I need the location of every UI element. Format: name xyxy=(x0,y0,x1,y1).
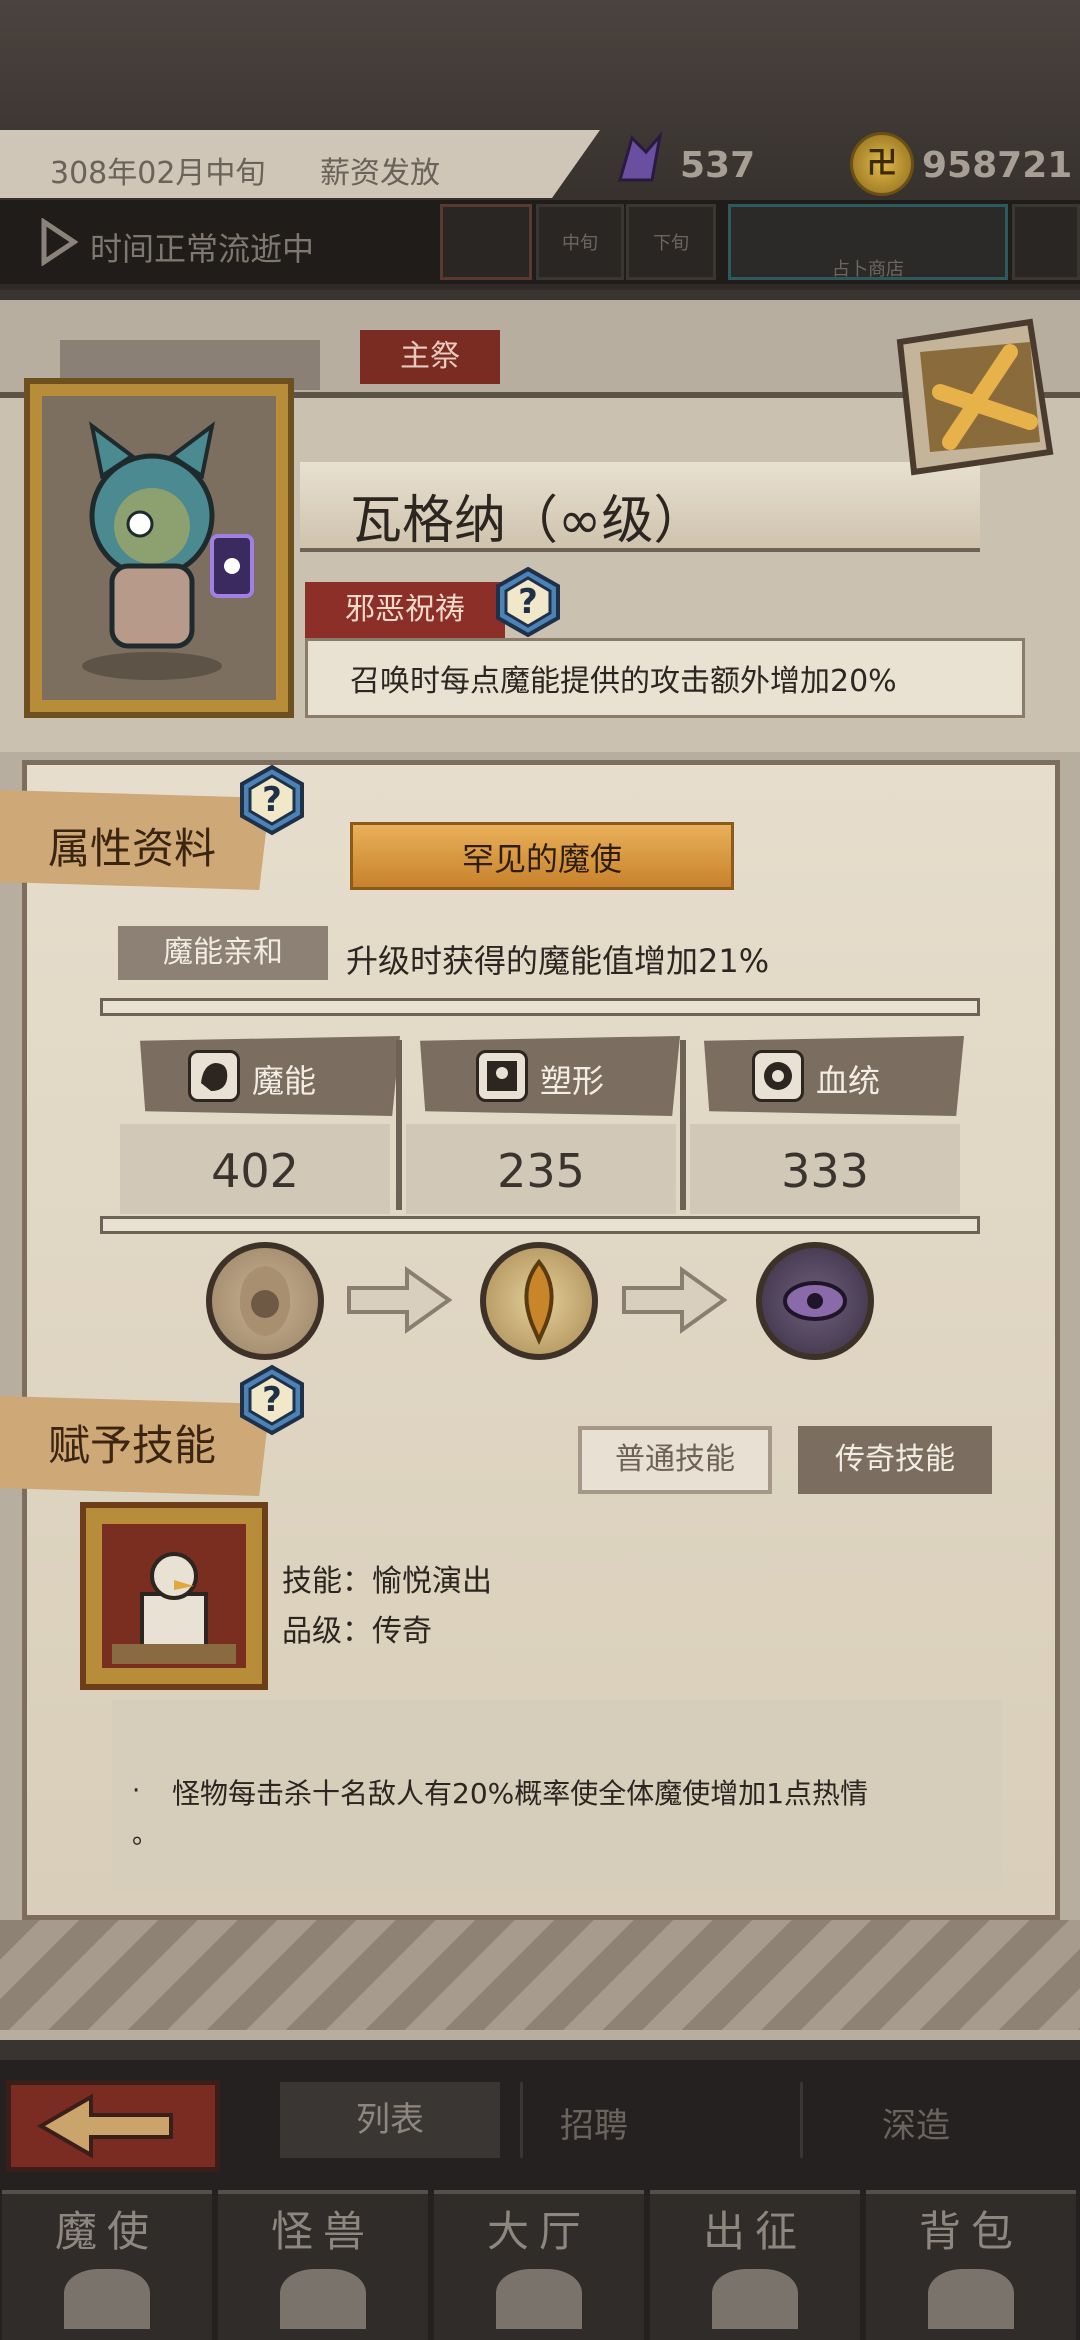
crystal-icon xyxy=(618,132,663,182)
stat-name: 塑形 xyxy=(540,1062,605,1100)
back-button[interactable] xyxy=(6,2080,220,2172)
affinity-tag: 魔能亲和 xyxy=(118,926,328,980)
tab-advance[interactable]: 深造 xyxy=(882,2098,950,2147)
nav-label: 大厅 xyxy=(486,2207,591,2256)
skill-description: 怪物每击杀十名敌人有20%概率使全体魔使增加1点热情 xyxy=(172,1777,869,1810)
crystal-count: 537 xyxy=(680,145,756,186)
stat-value-magic: 402 xyxy=(211,1144,299,1198)
flame-emblem-icon[interactable] xyxy=(480,1242,598,1360)
rarity-label: 罕见的魔使 xyxy=(461,840,622,878)
slot-label: 下旬 xyxy=(653,233,689,254)
timeline-slot-mid[interactable]: 中旬 xyxy=(536,204,624,280)
stat-value-shape: 235 xyxy=(497,1144,585,1198)
game-date: 308年02月中旬 xyxy=(50,156,266,191)
character-portrait xyxy=(24,378,294,718)
hall-icon xyxy=(496,2269,582,2329)
help-icon[interactable]: ? xyxy=(236,764,308,836)
nav-hall[interactable]: 大厅 xyxy=(434,2190,644,2340)
help-icon[interactable]: ? xyxy=(236,1364,308,1436)
time-status: 时间正常流逝中 xyxy=(90,230,315,268)
divider xyxy=(100,1216,980,1234)
skill-grade: 品级：传奇 xyxy=(282,1614,432,1649)
slot-label: 占卜商店 xyxy=(832,259,904,280)
coin-icon: 卍 xyxy=(850,132,914,196)
arrow-right-icon xyxy=(622,1266,728,1334)
eye-emblem-icon[interactable] xyxy=(756,1242,874,1360)
arrow-left-icon xyxy=(37,2093,173,2159)
legendary-skill-button[interactable]: 传奇技能 xyxy=(798,1426,992,1494)
stat-name: 血统 xyxy=(816,1062,881,1100)
skill-description-end: 。 xyxy=(132,1820,159,1850)
character-avatar-icon xyxy=(82,421,254,680)
svg-text:?: ? xyxy=(262,1380,282,1420)
bullet: · xyxy=(132,1776,141,1806)
svg-text:?: ? xyxy=(518,582,538,622)
arrow-right-icon xyxy=(347,1266,453,1334)
close-icon[interactable] xyxy=(880,312,1060,482)
nav-monster[interactable]: 怪兽 xyxy=(218,2190,428,2340)
divider xyxy=(800,2082,803,2158)
divider xyxy=(680,1040,686,1210)
curse-tag: 邪恶祝祷 xyxy=(305,582,505,638)
backpack-icon xyxy=(928,2269,1014,2329)
curse-description: 召唤时每点魔能提供的攻击额外增加20% xyxy=(350,664,897,699)
nav-label: 魔使 xyxy=(54,2207,159,2256)
nav-label: 背包 xyxy=(918,2207,1023,2256)
divider xyxy=(520,2082,523,2158)
body-icon xyxy=(476,1050,528,1102)
divider xyxy=(100,998,980,1016)
skills-section-title: 赋予技能 xyxy=(48,1421,217,1470)
divination-shop-slot[interactable]: 占卜商店 xyxy=(728,204,1008,280)
fist-icon xyxy=(188,1050,240,1102)
nav-label: 怪兽 xyxy=(270,2207,375,2256)
svg-text:?: ? xyxy=(262,780,282,820)
timeline-slot-extra[interactable] xyxy=(1012,204,1080,280)
character-name: 瓦格纳（∞级） xyxy=(350,491,706,551)
tab-list[interactable]: 列表 xyxy=(280,2082,500,2158)
divider xyxy=(396,1040,402,1210)
attributes-section-title: 属性资料 xyxy=(48,824,217,873)
skull-icon xyxy=(64,2269,150,2329)
stat-value-bloodline: 333 xyxy=(781,1144,869,1198)
event-label: 薪资发放 xyxy=(320,156,440,191)
coin-count: 958721 xyxy=(922,145,1073,186)
nav-backpack[interactable]: 背包 xyxy=(866,2190,1076,2340)
performer-icon xyxy=(102,1524,246,1668)
nav-envoy[interactable]: 魔使 xyxy=(2,2190,212,2340)
affinity-description: 升级时获得的魔能值增加21% xyxy=(346,942,770,980)
skill-icon-frame[interactable] xyxy=(80,1502,268,1690)
timeline-slot-current[interactable] xyxy=(440,204,532,280)
expedition-icon xyxy=(712,2269,798,2329)
normal-skill-button[interactable]: 普通技能 xyxy=(578,1426,772,1494)
gear-icon xyxy=(752,1050,804,1102)
tab-recruit[interactable]: 招聘 xyxy=(560,2098,628,2147)
monster-icon xyxy=(280,2269,366,2329)
stat-name: 魔能 xyxy=(252,1062,317,1100)
decorative-trim xyxy=(0,1920,1080,2030)
tab-main[interactable]: 主祭 xyxy=(360,330,500,384)
nav-expedition[interactable]: 出征 xyxy=(650,2190,860,2340)
hooded-figure-icon[interactable] xyxy=(206,1242,324,1360)
timeline-slot-late[interactable]: 下旬 xyxy=(626,204,716,280)
skill-name: 技能：愉悦演出 xyxy=(282,1564,492,1599)
nav-label: 出征 xyxy=(702,2207,807,2256)
slot-label: 中旬 xyxy=(562,233,598,254)
help-icon[interactable]: ? xyxy=(492,566,564,638)
play-icon[interactable] xyxy=(38,218,78,266)
